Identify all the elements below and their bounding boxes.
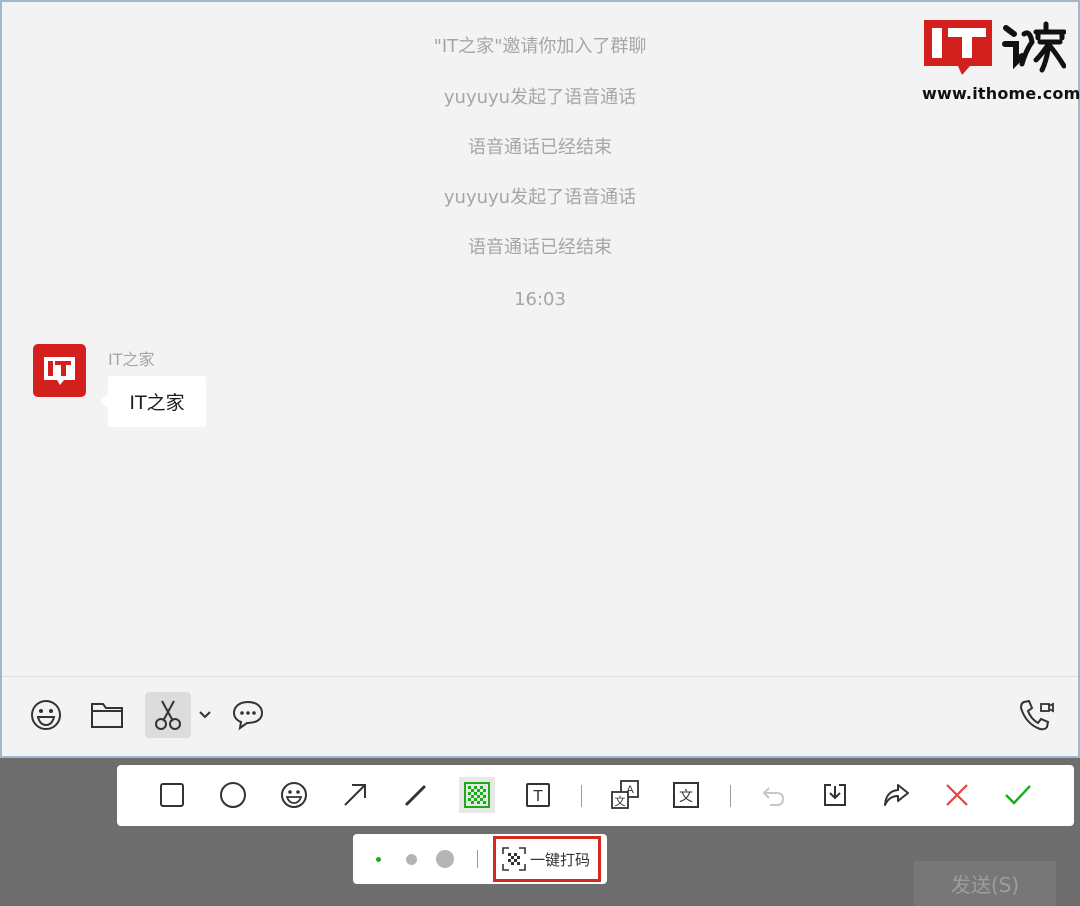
screenshot-toolbar: T A 文 文 xyxy=(117,765,1074,826)
auto-mosaic-icon xyxy=(502,847,526,871)
emoji-button[interactable] xyxy=(23,692,69,738)
rectangle-tool-button[interactable] xyxy=(154,777,190,813)
system-message: yuyuyu发起了语音通话 xyxy=(443,87,637,108)
system-message: 语音通话已经结束 xyxy=(468,137,612,158)
screenshot-button[interactable] xyxy=(145,692,191,738)
confirm-button[interactable] xyxy=(1000,777,1036,813)
screenshot-options-button[interactable] xyxy=(194,692,216,738)
chat-history-button[interactable] xyxy=(225,692,271,738)
toolbar-pointer xyxy=(469,816,489,826)
brush-size-medium[interactable] xyxy=(406,854,417,865)
pen-tool-button[interactable] xyxy=(398,777,434,813)
circle-tool-button[interactable] xyxy=(215,777,251,813)
arrow-icon xyxy=(344,784,366,806)
voice-video-call-button[interactable] xyxy=(1013,692,1059,738)
save-button[interactable] xyxy=(817,777,853,813)
file-button[interactable] xyxy=(84,692,130,738)
rectangle-icon xyxy=(160,783,184,807)
toolbar-separator xyxy=(581,785,582,807)
checkmark-icon xyxy=(1005,785,1031,805)
watermark-url: www.ithome.com xyxy=(922,84,1080,103)
cancel-button[interactable] xyxy=(939,777,975,813)
system-message: "IT之家"邀请你加入了群聊 xyxy=(433,36,647,57)
input-divider xyxy=(2,676,1078,677)
circle-icon xyxy=(220,782,246,808)
translate-tool-button[interactable]: 文 xyxy=(668,777,704,813)
text-tool-button[interactable]: T xyxy=(520,777,556,813)
folder-icon xyxy=(91,703,123,728)
avatar[interactable] xyxy=(33,344,86,397)
translate-glyph: 文 xyxy=(679,789,693,805)
one-click-mosaic-label: 一键打码 xyxy=(530,850,591,869)
cancel-icon xyxy=(946,784,968,806)
brush-size-small[interactable] xyxy=(376,857,381,862)
undo-icon xyxy=(762,787,785,806)
avatar-logo-icon xyxy=(44,357,75,385)
emoji-tool-button[interactable] xyxy=(276,777,312,813)
share-icon xyxy=(884,784,909,806)
sender-name: IT之家 xyxy=(108,350,155,369)
mosaic-icon xyxy=(464,782,490,808)
chevron-down-icon xyxy=(199,711,211,719)
ithome-logo-icon xyxy=(924,20,992,75)
mosaic-tool-button[interactable] xyxy=(459,777,495,813)
ocr-glyph-b: 文 xyxy=(615,794,626,808)
send-button[interactable]: 发送(S) xyxy=(914,861,1056,906)
message-bubble[interactable]: IT之家 xyxy=(100,376,206,427)
undo-button[interactable] xyxy=(756,777,792,813)
toolbar-separator xyxy=(730,785,731,807)
ithome-chinese-logo-icon xyxy=(1002,21,1066,73)
chat-window: "IT之家"邀请你加入了群聊 yuyuyu发起了语音通话 语音通话已经结束 yu… xyxy=(0,0,1080,758)
ocr-glyph-a: A xyxy=(626,784,634,796)
arrow-tool-button[interactable] xyxy=(337,777,373,813)
system-message: 语音通话已经结束 xyxy=(468,237,612,258)
message-text: IT之家 xyxy=(129,392,185,414)
text-tool-glyph: T xyxy=(533,788,543,805)
share-button[interactable] xyxy=(878,777,914,813)
emoji-icon xyxy=(281,782,307,808)
ocr-tool-button[interactable]: A 文 xyxy=(607,777,643,813)
message-timestamp: 16:03 xyxy=(514,289,566,310)
pen-icon xyxy=(405,785,426,806)
ocr-icon: A 文 xyxy=(611,780,639,809)
one-click-mosaic-button[interactable]: 一键打码 xyxy=(493,836,601,882)
chat-bubble-icon xyxy=(232,700,264,731)
save-icon xyxy=(824,784,846,806)
system-message: yuyuyu发起了语音通话 xyxy=(443,187,637,208)
text-icon: T xyxy=(526,783,550,807)
scissors-icon xyxy=(155,700,181,730)
emoji-icon xyxy=(31,700,61,730)
translate-icon: 文 xyxy=(673,782,699,808)
mosaic-options-toolbar: 一键打码 xyxy=(353,834,607,884)
voice-video-call-icon xyxy=(1019,699,1054,731)
brush-size-large[interactable] xyxy=(436,850,454,868)
options-separator xyxy=(477,850,478,868)
